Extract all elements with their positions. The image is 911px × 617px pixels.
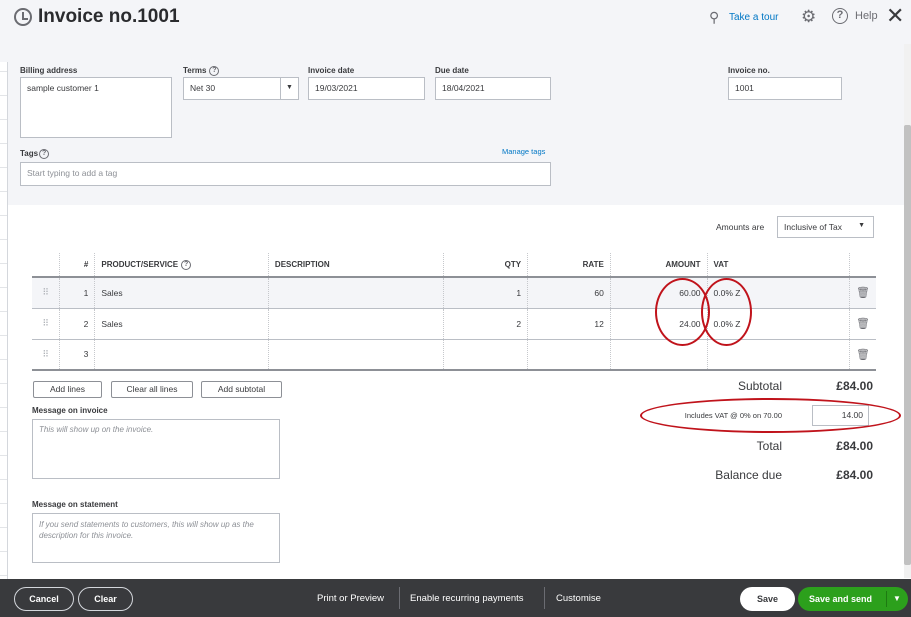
scrollbar-thumb[interactable] bbox=[904, 125, 911, 565]
footer-divider bbox=[544, 587, 545, 609]
header-amount: AMOUNT bbox=[609, 253, 708, 278]
total-value: £84.00 bbox=[836, 439, 873, 453]
add-lines-button[interactable]: Add lines bbox=[33, 381, 102, 398]
row-description[interactable] bbox=[267, 277, 444, 309]
row-description[interactable] bbox=[267, 339, 444, 371]
balance-due-value: £84.00 bbox=[836, 468, 873, 482]
amounts-are-label: Amounts are bbox=[716, 222, 765, 232]
message-invoice-textarea[interactable]: This will show up on the invoice. bbox=[32, 419, 280, 479]
save-and-send-button[interactable]: Save and send ▼ bbox=[798, 587, 908, 611]
drag-handle-icon[interactable]: ⠿ bbox=[42, 318, 49, 328]
header-qty: QTY bbox=[443, 253, 528, 278]
billing-address-label: Billing address bbox=[20, 66, 78, 75]
close-icon[interactable]: ✕ bbox=[886, 3, 904, 29]
invoice-no-field[interactable]: 1001 bbox=[728, 77, 842, 100]
annotation-circle-vat bbox=[701, 278, 752, 346]
row-num: 3 bbox=[59, 339, 95, 371]
take-tour-link[interactable]: Take a tour bbox=[729, 12, 778, 23]
amounts-are-value: Inclusive of Tax bbox=[784, 222, 842, 232]
trash-icon[interactable]: 🗑 bbox=[856, 287, 870, 299]
terms-help-icon[interactable]: ? bbox=[209, 66, 220, 76]
message-statement-label: Message on statement bbox=[32, 500, 118, 509]
row-qty[interactable]: 2 bbox=[443, 308, 528, 340]
row-rate[interactable] bbox=[527, 339, 611, 371]
header-product: PRODUCT/SERVICE? bbox=[94, 253, 269, 278]
row-product[interactable] bbox=[94, 339, 269, 371]
drag-handle-icon[interactable]: ⠿ bbox=[42, 349, 49, 359]
footer-divider bbox=[399, 587, 400, 609]
chevron-down-icon[interactable]: ▼ bbox=[280, 78, 298, 99]
tags-input[interactable]: Start typing to add a tag bbox=[20, 162, 551, 186]
row-description[interactable] bbox=[267, 308, 444, 340]
terms-select[interactable]: Net 30 ▼ bbox=[183, 77, 299, 100]
row-rate[interactable]: 60 bbox=[527, 277, 611, 309]
invoice-no-label: Invoice no. bbox=[728, 66, 770, 75]
row-product[interactable]: Sales bbox=[94, 308, 269, 340]
trash-icon[interactable]: 🗑 bbox=[856, 349, 870, 361]
recurring-payments-link[interactable]: Enable recurring payments bbox=[410, 593, 524, 604]
total-label: Total bbox=[756, 439, 782, 453]
product-help-icon[interactable]: ? bbox=[181, 259, 192, 270]
row-num: 2 bbox=[59, 308, 95, 340]
terms-value: Net 30 bbox=[190, 83, 216, 93]
history-icon[interactable] bbox=[14, 8, 32, 26]
terms-label: Terms? bbox=[183, 66, 220, 76]
row-rate[interactable]: 12 bbox=[527, 308, 611, 340]
invoice-no-value: 1001 bbox=[735, 83, 754, 93]
clear-button[interactable]: Clear bbox=[78, 587, 133, 611]
header-rate: RATE bbox=[527, 253, 611, 278]
invoice-date-field[interactable]: 19/03/2021 bbox=[308, 77, 425, 100]
header-drag bbox=[32, 253, 60, 278]
save-and-send-label: Save and send bbox=[809, 594, 873, 604]
header-description: DESCRIPTION bbox=[267, 253, 444, 278]
balance-due-label: Balance due bbox=[715, 468, 782, 482]
billing-address-value: sample customer 1 bbox=[27, 83, 99, 93]
add-subtotal-button[interactable]: Add subtotal bbox=[201, 381, 282, 398]
help-icon[interactable]: ? bbox=[832, 8, 848, 24]
due-date-field[interactable]: 18/04/2021 bbox=[435, 77, 551, 100]
message-invoice-placeholder: This will show up on the invoice. bbox=[39, 425, 154, 434]
due-date-label: Due date bbox=[435, 66, 469, 75]
row-num: 1 bbox=[59, 277, 95, 309]
row-product[interactable]: Sales bbox=[94, 277, 269, 309]
row-qty[interactable]: 1 bbox=[443, 277, 528, 309]
message-statement-placeholder: If you send statements to customers, thi… bbox=[39, 520, 254, 540]
split-divider bbox=[886, 591, 887, 607]
trash-icon[interactable]: 🗑 bbox=[856, 318, 870, 330]
drag-handle-icon[interactable]: ⠿ bbox=[42, 287, 49, 297]
customise-link[interactable]: Customise bbox=[556, 593, 601, 604]
header-delete bbox=[848, 253, 876, 278]
table-header-row: # PRODUCT/SERVICE? DESCRIPTION QTY RATE … bbox=[32, 253, 876, 278]
message-statement-textarea[interactable]: If you send statements to customers, thi… bbox=[32, 513, 280, 563]
save-button[interactable]: Save bbox=[740, 587, 795, 611]
message-invoice-label: Message on invoice bbox=[32, 406, 108, 415]
header-num: # bbox=[59, 253, 95, 278]
amounts-are-select[interactable]: Inclusive of Tax ▼ bbox=[777, 216, 874, 238]
chevron-down-icon[interactable]: ▼ bbox=[893, 587, 901, 611]
row-qty[interactable] bbox=[443, 339, 528, 371]
tags-label: Tags? bbox=[20, 149, 50, 159]
subtotal-label: Subtotal bbox=[737, 379, 782, 393]
annotation-ellipse-vat-summary bbox=[640, 398, 901, 433]
print-preview-link[interactable]: Print or Preview bbox=[317, 593, 384, 604]
subtotal-value: £84.00 bbox=[836, 379, 873, 393]
page-title: Invoice no.1001 bbox=[38, 6, 180, 27]
due-date-value: 18/04/2021 bbox=[442, 83, 485, 93]
tour-icon[interactable]: ⚲ bbox=[709, 9, 719, 26]
chevron-down-icon: ▼ bbox=[858, 222, 865, 229]
background-gridlines bbox=[0, 0, 8, 617]
invoice-date-label: Invoice date bbox=[308, 66, 355, 75]
tags-placeholder: Start typing to add a tag bbox=[27, 168, 118, 178]
billing-address-field[interactable]: sample customer 1 bbox=[20, 77, 172, 138]
tags-help-icon[interactable]: ? bbox=[39, 149, 50, 159]
clear-all-lines-button[interactable]: Clear all lines bbox=[111, 381, 193, 398]
table-row[interactable]: ⠿ 3 🗑 bbox=[32, 339, 876, 371]
header-vat: VAT bbox=[706, 253, 850, 278]
help-label[interactable]: Help bbox=[855, 10, 878, 22]
gear-icon[interactable]: ⚙ bbox=[801, 7, 816, 27]
cancel-button[interactable]: Cancel bbox=[14, 587, 74, 611]
invoice-date-value: 19/03/2021 bbox=[315, 83, 358, 93]
manage-tags-link[interactable]: Manage tags bbox=[502, 147, 545, 156]
